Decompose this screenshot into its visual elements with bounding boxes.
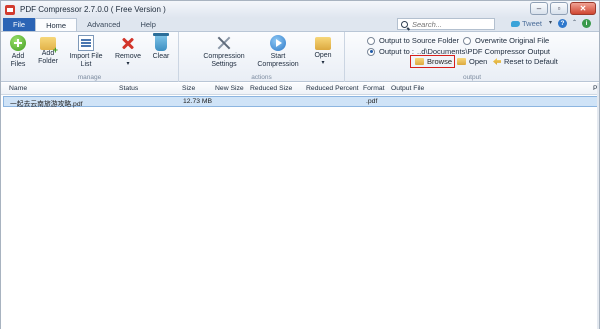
remove-icon xyxy=(120,35,136,51)
remove-dropdown-icon: ▾ xyxy=(126,61,130,67)
open-output-folder-icon xyxy=(457,58,466,65)
overwrite-original-label: Overwrite Original File xyxy=(475,36,550,45)
output-to-radio[interactable] xyxy=(367,47,375,56)
col-format[interactable]: Format xyxy=(363,85,385,92)
compression-settings-label: Compression Settings xyxy=(203,53,245,68)
open-folder-icon xyxy=(315,37,331,50)
tab-file[interactable]: File xyxy=(3,18,36,31)
start-compression-label: Start Compression xyxy=(257,53,299,68)
clear-button[interactable]: Clear xyxy=(148,33,174,61)
add-files-icon xyxy=(10,35,26,51)
tab-home[interactable]: Home xyxy=(35,18,78,31)
reset-default-label: Reset to Default xyxy=(504,57,558,66)
col-size[interactable]: Size xyxy=(182,85,195,92)
import-list-icon xyxy=(78,35,94,51)
output-to-source-option[interactable]: Output to Source Folder xyxy=(367,36,459,45)
overwrite-original-radio[interactable] xyxy=(463,36,471,45)
minimize-ribbon-icon[interactable]: ⌃ xyxy=(570,19,579,28)
file-list[interactable] xyxy=(1,95,599,329)
browse-button[interactable]: Browse xyxy=(410,55,455,68)
tools-icon xyxy=(216,35,232,51)
col-status[interactable]: Status xyxy=(119,85,138,92)
row-size: 12.73 MB xyxy=(183,98,213,105)
import-list-label: Import File List xyxy=(69,53,103,68)
clear-icon xyxy=(153,33,169,51)
tab-help[interactable]: Help xyxy=(130,18,165,31)
twitter-bird-icon xyxy=(511,20,520,27)
col-reduced-percent[interactable]: Reduced Percent xyxy=(306,85,359,92)
menu-tabs: File Home Advanced Help Tweet ▾ ? ⌃ i xyxy=(1,18,599,31)
tab-advanced[interactable]: Advanced xyxy=(77,18,130,31)
help-icons: ▾ ? ⌃ i xyxy=(546,19,591,28)
search-box[interactable] xyxy=(397,18,495,30)
open-button[interactable]: Open ▾ xyxy=(309,35,337,66)
window-title: PDF Compressor 2.7.0.0 ( Free Version ) xyxy=(20,5,166,14)
open-dropdown-icon: ▾ xyxy=(321,60,325,66)
remove-label: Remove xyxy=(114,53,142,60)
play-icon xyxy=(270,35,286,51)
window-controls: – ▫ ✕ xyxy=(530,2,596,15)
add-files-button[interactable]: Add Files xyxy=(5,35,31,69)
tweet-label: Tweet xyxy=(522,19,543,28)
col-reduced-size[interactable]: Reduced Size xyxy=(250,85,292,92)
remove-button[interactable]: Remove ▾ xyxy=(111,35,145,67)
output-to-source-radio[interactable] xyxy=(367,36,375,45)
file-list-header: Name Status Size New Size Reduced Size R… xyxy=(1,83,599,95)
add-folder-button[interactable]: Add Folder xyxy=(34,35,62,66)
search-icon xyxy=(401,20,408,28)
output-to-label: Output to : xyxy=(379,47,415,56)
output-to-option[interactable]: Output to : ..d\Documents\PDF Compressor… xyxy=(367,47,550,56)
reset-arrow-icon xyxy=(493,58,501,65)
open-output-button[interactable]: Open xyxy=(457,57,487,66)
help-icon[interactable]: ? xyxy=(558,19,567,28)
options-dropdown-icon[interactable]: ▾ xyxy=(546,19,555,28)
actions-group-label: actions xyxy=(251,74,272,81)
add-folder-icon xyxy=(40,37,58,54)
col-new-size[interactable]: New Size xyxy=(215,85,244,92)
maximize-button[interactable]: ▫ xyxy=(550,2,568,15)
reset-default-button[interactable]: Reset to Default xyxy=(493,57,558,66)
output-to-source-label: Output to Source Folder xyxy=(379,36,460,45)
browse-label: Browse xyxy=(427,57,453,66)
list-right-edge xyxy=(597,83,599,329)
compression-settings-button[interactable]: Compression Settings xyxy=(199,35,249,69)
title-bar: PDF Compressor 2.7.0.0 ( Free Version ) … xyxy=(1,1,599,18)
output-group-label: output xyxy=(462,74,482,81)
about-icon[interactable]: i xyxy=(582,19,591,28)
import-file-list-button[interactable]: Import File List xyxy=(65,35,107,69)
browse-folder-icon xyxy=(415,58,424,65)
start-compression-button[interactable]: Start Compression xyxy=(253,35,303,69)
add-files-label: Add Files xyxy=(10,53,26,68)
actions-group: Compression Settings Start Compression O… xyxy=(179,32,345,82)
table-row[interactable]: 一起去云南旅游攻略.pdf 12.73 MB .pdf xyxy=(3,96,598,108)
app-window: PDF Compressor 2.7.0.0 ( Free Version ) … xyxy=(0,0,600,329)
tweet-button[interactable]: Tweet xyxy=(511,19,542,28)
manage-group-label: manage xyxy=(77,74,102,81)
overwrite-original-option[interactable]: Overwrite Original File xyxy=(463,36,549,45)
col-output-file[interactable]: Output File xyxy=(391,85,424,92)
open-output-label: Open xyxy=(469,57,488,66)
col-name[interactable]: Name xyxy=(9,85,27,92)
minimize-button[interactable]: – xyxy=(530,2,548,15)
open-label: Open xyxy=(314,52,332,59)
row-name: 一起去云南旅游攻略.pdf xyxy=(10,101,83,108)
pdf-app-icon xyxy=(5,4,15,15)
search-input[interactable] xyxy=(412,19,492,29)
clear-label: Clear xyxy=(152,53,170,60)
close-button[interactable]: ✕ xyxy=(570,2,596,15)
row-format: .pdf xyxy=(366,98,378,105)
manage-group: Add Files Add Folder Import File List Re… xyxy=(1,32,179,82)
